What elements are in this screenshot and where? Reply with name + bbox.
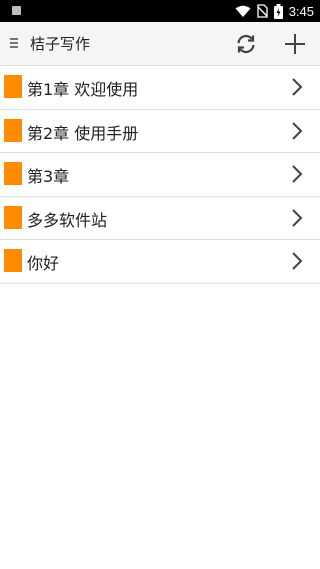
chapter-label: 第3章: [27, 167, 70, 186]
status-icons: 3:45: [235, 0, 314, 22]
chapter-label: 多多软件站: [27, 210, 108, 230]
list-item[interactable]: 第1章 欢迎使用: [0, 66, 320, 110]
notification-icon: [12, 6, 21, 15]
chevron-right-icon: [292, 78, 303, 96]
list-item[interactable]: 你好: [0, 240, 320, 284]
chapter-marker: [4, 118, 22, 142]
refresh-icon: [237, 34, 255, 54]
chevron-right-icon: [292, 208, 303, 227]
chevron-right-icon: [292, 165, 303, 183]
chapter-label: 第1章 欢迎使用: [27, 80, 139, 99]
chapter-marker: [4, 162, 22, 185]
chapter-marker: [4, 249, 22, 272]
status-time: 3:45: [288, 3, 314, 19]
menu-icon[interactable]: [10, 38, 18, 50]
chapter-label: 第2章 使用手册: [27, 123, 139, 143]
app-title: 桔子写作: [30, 35, 91, 53]
wifi-icon: [235, 5, 251, 17]
list-item[interactable]: 多多软件站: [0, 197, 320, 240]
chapter-list: 第1章 欢迎使用 第2章 使用手册 第3章 多多软件站 你好: [0, 66, 320, 284]
battery-charging-icon: [273, 3, 283, 19]
app-bar: 桔子写作: [0, 22, 320, 66]
refresh-button[interactable]: [232, 30, 260, 58]
chevron-right-icon: [292, 252, 303, 270]
list-item[interactable]: 第2章 使用手册: [0, 110, 320, 153]
chapter-marker: [4, 75, 22, 98]
add-button[interactable]: [281, 30, 309, 58]
no-sim-icon: [257, 4, 268, 18]
chapter-label: 你好: [27, 254, 60, 273]
chapter-marker: [4, 205, 22, 229]
add-icon: [285, 34, 305, 54]
chevron-right-icon: [292, 121, 303, 140]
status-bar: 3:45: [0, 0, 320, 22]
list-item[interactable]: 第3章: [0, 153, 320, 197]
